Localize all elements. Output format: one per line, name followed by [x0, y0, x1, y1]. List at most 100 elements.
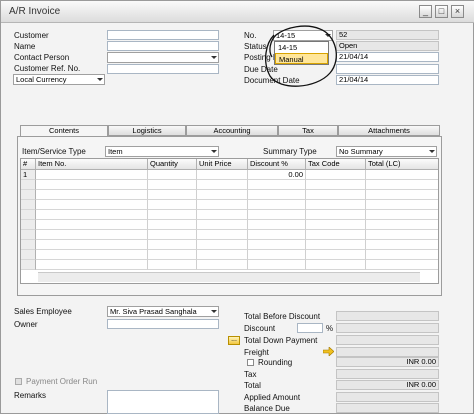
- document-date-field[interactable]: 21/04/14: [336, 75, 439, 85]
- grid-cell[interactable]: [366, 250, 438, 260]
- grid-cell[interactable]: [197, 240, 248, 250]
- row-number-cell[interactable]: [21, 180, 36, 190]
- grid-cell[interactable]: [306, 240, 366, 250]
- discount-percent-field[interactable]: [297, 323, 323, 333]
- grid-cell[interactable]: [366, 240, 438, 250]
- grid-cell[interactable]: [306, 250, 366, 260]
- currency-dropdown[interactable]: Local Currency: [13, 74, 105, 85]
- grid-cell[interactable]: [248, 250, 306, 260]
- grid-cell[interactable]: [197, 260, 248, 270]
- col-header-item-no[interactable]: Item No.: [36, 159, 148, 170]
- grid-cell[interactable]: [306, 230, 366, 240]
- col-header-tax-code[interactable]: Tax Code: [306, 159, 366, 170]
- col-header-total-lc[interactable]: Total (LC): [366, 159, 438, 170]
- grid-cell[interactable]: [148, 210, 197, 220]
- grid-cell[interactable]: [248, 220, 306, 230]
- sales-employee-dropdown[interactable]: Mr. Siva Prasad Sanghala: [107, 306, 219, 317]
- rounding-checkbox[interactable]: [247, 359, 254, 366]
- col-header-quantity[interactable]: Quantity: [148, 159, 197, 170]
- grid-cell[interactable]: [366, 180, 438, 190]
- row-number-cell[interactable]: [21, 240, 36, 250]
- close-icon[interactable]: ×: [451, 5, 464, 18]
- grid-cell[interactable]: [148, 240, 197, 250]
- grid-cell[interactable]: [366, 230, 438, 240]
- grid-cell[interactable]: [36, 200, 148, 210]
- name-field[interactable]: [107, 41, 219, 51]
- grid-cell[interactable]: [36, 210, 148, 220]
- remarks-field[interactable]: [107, 390, 219, 414]
- grid-cell[interactable]: [148, 250, 197, 260]
- col-header-discount[interactable]: Discount %: [248, 159, 306, 170]
- minimize-icon[interactable]: _: [419, 5, 432, 18]
- grid-cell[interactable]: [366, 200, 438, 210]
- grid-cell[interactable]: [248, 240, 306, 250]
- row-number-cell[interactable]: [21, 190, 36, 200]
- grid-cell[interactable]: [366, 210, 438, 220]
- grid-cell[interactable]: [197, 220, 248, 230]
- row-number-cell[interactable]: [21, 220, 36, 230]
- grid-cell[interactable]: [197, 180, 248, 190]
- link-arrow-icon[interactable]: [323, 347, 334, 356]
- grid-cell[interactable]: [36, 220, 148, 230]
- grid-cell[interactable]: 0.00: [248, 170, 306, 180]
- contact-person-dropdown[interactable]: [107, 52, 219, 63]
- grid-cell[interactable]: [248, 230, 306, 240]
- grid-cell[interactable]: [248, 180, 306, 190]
- grid-cell[interactable]: [36, 180, 148, 190]
- grid-cell[interactable]: [148, 190, 197, 200]
- tab-logistics[interactable]: Logistics: [108, 125, 186, 136]
- row-number-cell[interactable]: [21, 260, 36, 270]
- grid-cell[interactable]: [197, 230, 248, 240]
- grid-cell[interactable]: [306, 180, 366, 190]
- tab-attachments[interactable]: Attachments: [338, 125, 440, 136]
- restore-icon[interactable]: □: [435, 5, 448, 18]
- down-payment-dots-button[interactable]: ...: [228, 336, 240, 345]
- tab-accounting[interactable]: Accounting: [186, 125, 278, 136]
- grid-cell[interactable]: [306, 210, 366, 220]
- col-header-num[interactable]: #: [21, 159, 36, 170]
- grid-cell[interactable]: [148, 260, 197, 270]
- row-number-cell[interactable]: 1: [21, 170, 36, 180]
- grid-cell[interactable]: [148, 230, 197, 240]
- grid-cell[interactable]: [36, 240, 148, 250]
- grid-cell[interactable]: [248, 190, 306, 200]
- grid-cell[interactable]: [248, 210, 306, 220]
- grid-cell[interactable]: [306, 200, 366, 210]
- grid-cell[interactable]: [36, 250, 148, 260]
- row-number-cell[interactable]: [21, 200, 36, 210]
- grid-cell[interactable]: [197, 170, 248, 180]
- grid-cell[interactable]: [248, 260, 306, 270]
- due-date-field[interactable]: [336, 64, 439, 74]
- grid-cell[interactable]: [197, 200, 248, 210]
- grid-cell[interactable]: [306, 220, 366, 230]
- posting-date-field[interactable]: 21/04/14: [336, 52, 439, 62]
- customer-ref-field[interactable]: [107, 64, 219, 74]
- grid-cell[interactable]: [306, 260, 366, 270]
- grid-cell[interactable]: [148, 170, 197, 180]
- row-number-cell[interactable]: [21, 210, 36, 220]
- grid-cell[interactable]: [36, 190, 148, 200]
- col-header-unit-price[interactable]: Unit Price: [197, 159, 248, 170]
- grid-cell[interactable]: [197, 250, 248, 260]
- owner-field[interactable]: [107, 319, 219, 329]
- grid-cell[interactable]: [248, 200, 306, 210]
- grid-cell[interactable]: [366, 220, 438, 230]
- line-items-grid[interactable]: # Item No. Quantity Unit Price Discount …: [20, 158, 439, 284]
- row-number-cell[interactable]: [21, 250, 36, 260]
- grid-cell[interactable]: [148, 220, 197, 230]
- summary-type-dropdown[interactable]: No Summary: [336, 146, 437, 157]
- grid-cell[interactable]: [306, 170, 366, 180]
- item-type-dropdown[interactable]: Item: [105, 146, 219, 157]
- grid-cell[interactable]: [197, 190, 248, 200]
- grid-cell[interactable]: [306, 190, 366, 200]
- payment-order-run-checkbox[interactable]: [15, 378, 22, 385]
- customer-field[interactable]: [107, 30, 219, 40]
- row-number-cell[interactable]: [21, 230, 36, 240]
- grid-cell[interactable]: [148, 200, 197, 210]
- grid-cell[interactable]: [197, 210, 248, 220]
- grid-cell[interactable]: [366, 170, 438, 180]
- tab-tax[interactable]: Tax: [278, 125, 338, 136]
- horizontal-scrollbar[interactable]: [38, 272, 420, 282]
- grid-cell[interactable]: [366, 190, 438, 200]
- grid-cell[interactable]: [36, 230, 148, 240]
